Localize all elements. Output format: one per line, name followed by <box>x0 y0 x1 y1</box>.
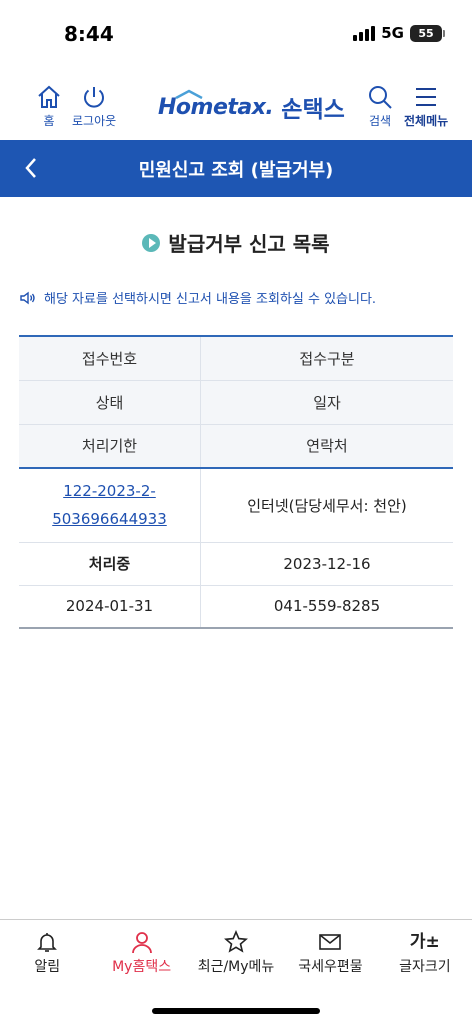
home-label: 홈 <box>43 114 55 128</box>
play-bullet-icon <box>142 233 161 252</box>
font-size-icon: 가± <box>409 932 440 952</box>
header-deadline: 처리기한 <box>19 424 201 469</box>
home-indicator <box>152 1008 320 1014</box>
star-icon <box>224 930 248 953</box>
nav-item-tax-mail[interactable]: 국세우편물 <box>283 920 377 989</box>
section-heading: 발급거부 신고 목록 <box>0 228 472 257</box>
bottom-nav: 알림 My홈택스 최근/My메뉴 국세우편물 가± 글자크기 <box>0 919 472 989</box>
contact-cell: 041-559-8285 <box>200 585 453 629</box>
table-row: 122-2023-2- 503696644933 인터넷(담당세무서: 천안) <box>19 468 453 543</box>
header-contact: 연락처 <box>200 424 453 469</box>
nav-item-recent-menu[interactable]: 최근/My메뉴 <box>189 920 283 989</box>
battery-icon: 55 <box>410 24 445 42</box>
receipt-no-line2[interactable]: 503696644933 <box>52 510 167 528</box>
date-cell: 2023-12-16 <box>200 542 453 586</box>
receipt-no-link[interactable]: 122-2023-2- 503696644933 <box>52 477 167 533</box>
logout-label: 로그아웃 <box>72 114 117 128</box>
hometax-logo[interactable]: Hometax. 손택스 <box>158 89 345 124</box>
nav-label-recent-menu: 최근/My메뉴 <box>197 959 275 975</box>
page-title-bar: 민원신고 조회 (발급거부) <box>0 140 472 197</box>
full-menu-button[interactable]: 전체메뉴 <box>404 84 448 129</box>
network-type: 5G <box>381 24 404 42</box>
app-header: 홈 로그아웃 Hometax. 손택스 검색 전체메뉴 <box>0 78 472 140</box>
nav-label-notifications: 알림 <box>34 959 61 975</box>
table-row: 처리중 2023-12-16 <box>19 542 453 586</box>
logo-mark: Hometax. <box>158 89 274 120</box>
status-time: 8:44 <box>64 22 114 46</box>
notice-text: 해당 자료를 선택하시면 신고서 내용을 조회하실 수 있습니다. <box>44 292 377 307</box>
status-bar: 8:44 5G 55 <box>0 0 472 70</box>
chevron-left-icon <box>25 158 36 178</box>
status-cell: 처리중 <box>19 542 201 586</box>
table-header-row: 처리기한 연락처 <box>19 424 453 469</box>
report-list-table: 접수번호 접수구분 상태 일자 처리기한 연락처 122-2023-2- 5036… <box>19 335 453 629</box>
back-button[interactable] <box>20 156 44 180</box>
section-title: 발급거부 신고 목록 <box>168 232 330 256</box>
nav-item-my-hometax[interactable]: My홈택스 <box>94 920 188 989</box>
status-indicators: 5G 55 <box>353 24 445 42</box>
envelope-icon <box>319 934 342 950</box>
battery-level: 55 <box>418 26 434 40</box>
nav-item-font-size[interactable]: 가± 글자크기 <box>378 920 472 989</box>
nav-item-notifications[interactable]: 알림 <box>0 920 94 989</box>
speaker-icon <box>20 291 35 304</box>
nav-label-my-hometax: My홈택스 <box>112 959 172 975</box>
bell-icon <box>37 933 58 952</box>
deadline-cell: 2024-01-31 <box>19 585 201 629</box>
search-button[interactable]: 검색 <box>367 84 393 129</box>
receipt-type-cell: 인터넷(담당세무서: 천안) <box>200 468 453 543</box>
header-receipt-type: 접수구분 <box>200 336 453 381</box>
signal-icon <box>353 25 376 41</box>
search-icon <box>369 86 392 109</box>
header-date: 일자 <box>200 380 453 425</box>
person-icon <box>131 932 152 954</box>
nav-label-font-size: 글자크기 <box>399 959 451 975</box>
hamburger-icon <box>416 88 437 106</box>
header-receipt-no: 접수번호 <box>19 336 201 381</box>
table-header-row: 상태 일자 <box>19 380 453 425</box>
home-icon <box>38 85 60 108</box>
logo-service-name: 손택스 <box>281 97 345 123</box>
table-header-row: 접수번호 접수구분 <box>19 336 453 381</box>
logout-button[interactable]: 로그아웃 <box>72 84 116 129</box>
full-menu-label: 전체메뉴 <box>404 114 449 128</box>
receipt-no-line1[interactable]: 122-2023-2- <box>63 482 156 500</box>
nav-label-tax-mail: 국세우편물 <box>298 959 363 975</box>
table-row: 2024-01-31 041-559-8285 <box>19 585 453 629</box>
search-label: 검색 <box>368 114 392 128</box>
receipt-no-cell: 122-2023-2- 503696644933 <box>19 468 201 543</box>
page-title: 민원신고 조회 (발급거부) <box>138 159 334 181</box>
home-button[interactable]: 홈 <box>36 84 62 129</box>
header-status: 상태 <box>19 380 201 425</box>
power-icon <box>84 87 105 108</box>
info-notice: 해당 자료를 선택하시면 신고서 내용을 조회하실 수 있습니다. <box>20 288 456 307</box>
roof-icon <box>175 89 203 99</box>
